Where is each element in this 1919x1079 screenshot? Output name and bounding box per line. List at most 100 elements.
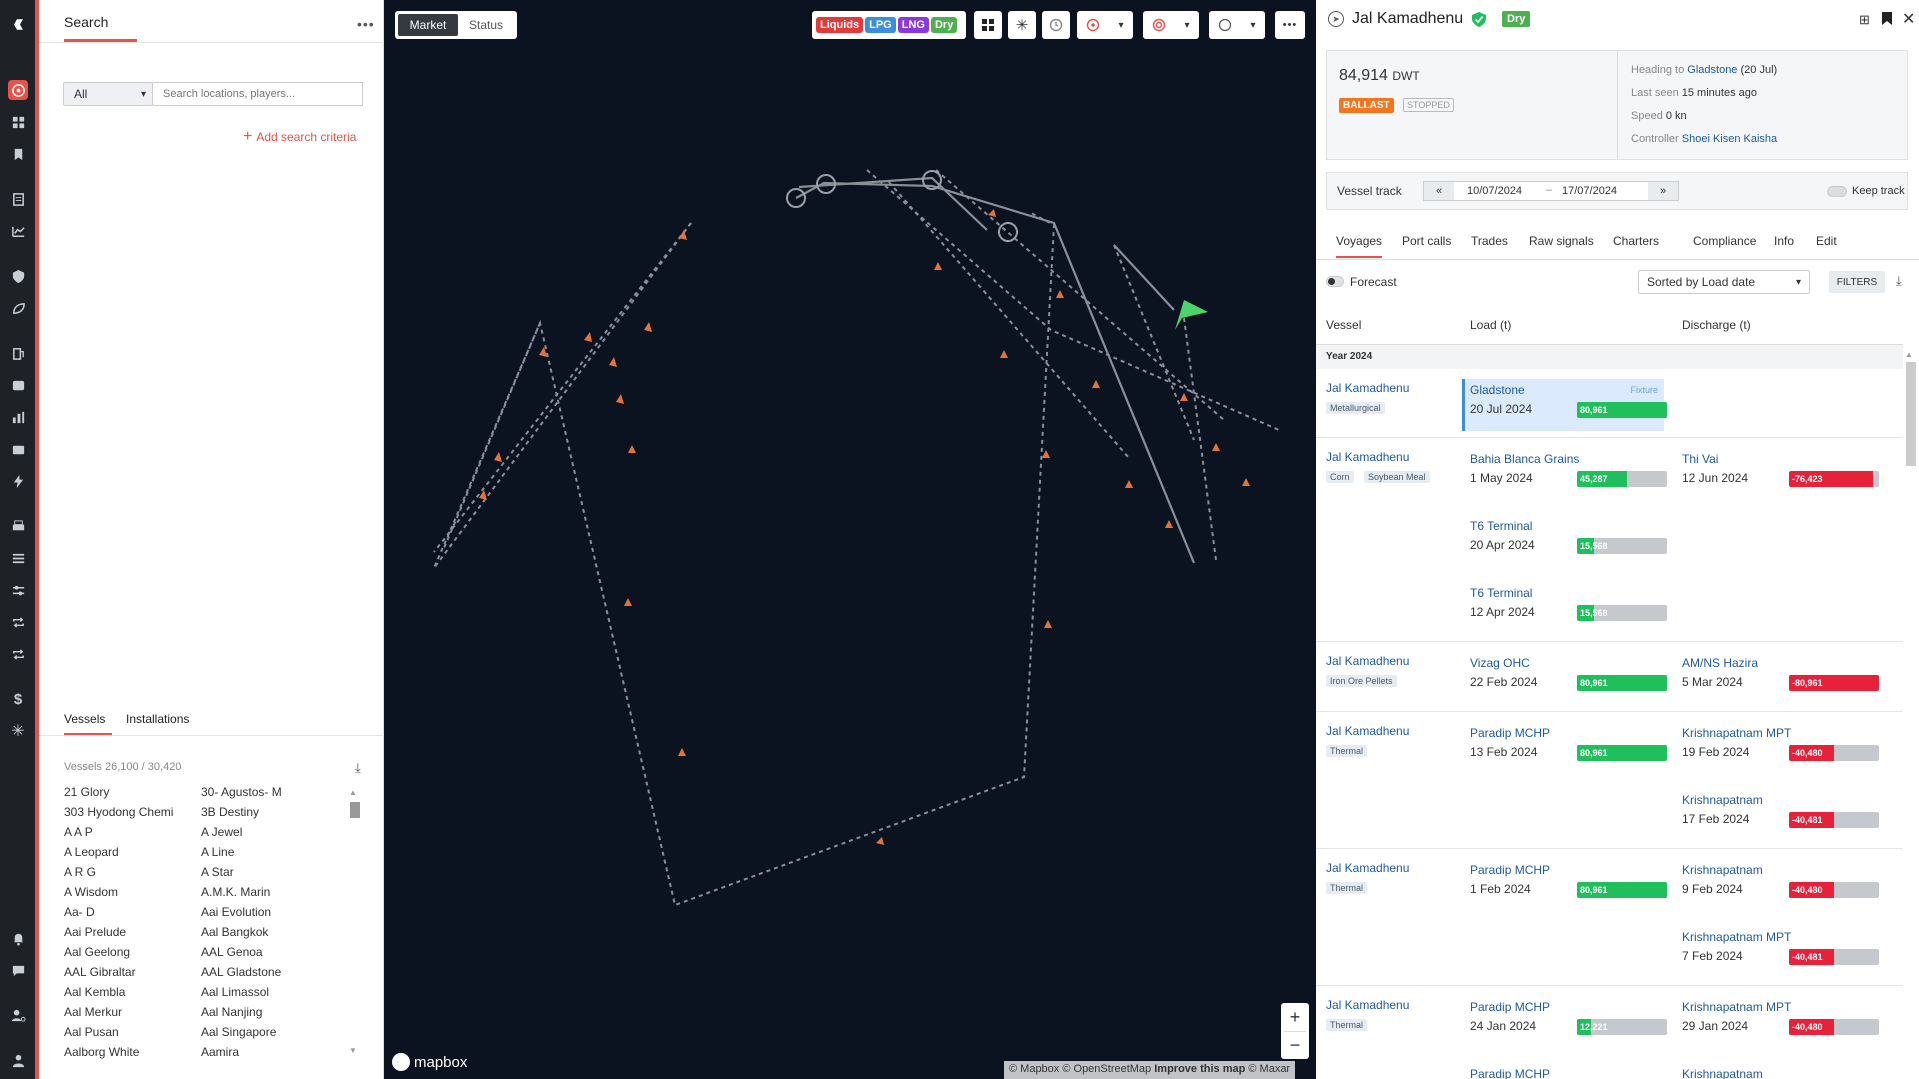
toggle-market[interactable]: Market xyxy=(398,14,458,36)
date-to[interactable]: 17/07/2024 xyxy=(1562,185,1617,197)
keep-track-toggle[interactable] xyxy=(1827,186,1847,197)
vessel-list-item[interactable]: A Wisdom xyxy=(64,885,118,899)
vessel-list-item[interactable]: Aa- D xyxy=(64,905,95,919)
vessel-list-item[interactable]: 3B Destiny xyxy=(201,805,259,819)
vessel-list-item[interactable]: Aal Kembla xyxy=(64,985,125,999)
filters-button[interactable]: FILTERS xyxy=(1829,271,1885,293)
prev-range-icon[interactable]: « xyxy=(1424,182,1454,200)
vessel-list-item[interactable]: AAL Gladstone xyxy=(201,965,281,979)
weather-icon[interactable]: ✳ xyxy=(1008,11,1036,39)
tag-dry[interactable]: Dry xyxy=(930,17,958,33)
bookmark-icon[interactable] xyxy=(8,144,28,164)
load-port-link[interactable]: Paradip MCHP xyxy=(1470,1067,1550,1079)
tab-vessels[interactable]: Vessels xyxy=(64,712,105,726)
scrollbar-thumb[interactable] xyxy=(350,802,360,818)
filter-select[interactable]: All ▾ xyxy=(63,82,153,106)
scroll-down-icon[interactable]: ▼ xyxy=(349,1046,359,1056)
tag-lng[interactable]: LNG xyxy=(897,17,929,33)
map-view[interactable]: Market Status Liquids LPG LNG Dry ✳ ▾ ▾ … xyxy=(384,0,1316,1079)
more-icon[interactable]: ••• xyxy=(1275,11,1305,39)
voyage-row[interactable]: Jal Kamadhenu Iron Ore Pellets Vizag OHC 22… xyxy=(1316,642,1903,712)
forecast-toggle[interactable] xyxy=(1326,276,1344,287)
download-icon[interactable]: ⤓ xyxy=(1896,273,1902,289)
settings-icon[interactable] xyxy=(8,580,28,600)
repeat2-icon[interactable] xyxy=(8,644,28,664)
port-filter-button[interactable]: ▾ xyxy=(1077,11,1133,39)
heading-port-link[interactable]: Gladstone xyxy=(1687,64,1737,76)
sort-select[interactable]: Sorted by Load date ▾ xyxy=(1638,270,1810,294)
discharge-port-link[interactable]: Krishnapatnam MPT xyxy=(1682,726,1791,740)
search-input[interactable] xyxy=(153,82,363,106)
load-port-link[interactable]: Paradip MCHP xyxy=(1470,1000,1550,1014)
snowflake-icon[interactable]: ✳ xyxy=(8,721,28,741)
vessel-list-item[interactable]: Aal Nanjing xyxy=(201,1005,262,1019)
tab-charters[interactable]: Charters xyxy=(1613,234,1659,256)
vessel-list-item[interactable]: 21 Glory xyxy=(64,785,109,799)
discharge-port-link[interactable]: Thi Vai xyxy=(1682,452,1718,466)
more-icon[interactable]: ••• xyxy=(357,16,375,32)
vessel-list-item[interactable]: A Jewel xyxy=(201,825,242,839)
discharge-port-link[interactable]: Krishnapatnam xyxy=(1682,1067,1763,1079)
shield-icon[interactable] xyxy=(8,266,28,286)
chat-icon[interactable] xyxy=(8,960,28,980)
close-icon[interactable]: ✕ xyxy=(1902,9,1915,29)
tab-port-calls[interactable]: Port calls xyxy=(1402,234,1451,256)
vessel-list-item[interactable]: A A P xyxy=(64,825,93,839)
discharge-port-link[interactable]: Krishnapatnam xyxy=(1682,793,1763,807)
logo-icon[interactable] xyxy=(8,14,28,34)
vessel-list-item[interactable]: Aal Singapore xyxy=(201,1025,276,1039)
vessel-list-item[interactable]: Aal Limassol xyxy=(201,985,269,999)
load-port-link[interactable]: T6 Terminal xyxy=(1470,519,1532,533)
zoom-in-button[interactable]: + xyxy=(1281,1003,1309,1031)
user-icon[interactable] xyxy=(8,1050,28,1070)
tab-info[interactable]: Info xyxy=(1774,234,1794,256)
layers-icon[interactable] xyxy=(974,11,1002,39)
next-range-icon[interactable]: » xyxy=(1648,182,1678,200)
bar-chart-icon[interactable] xyxy=(8,407,28,427)
load-port-link[interactable]: Gladstone xyxy=(1470,383,1525,397)
vessel-list-item[interactable]: A R G xyxy=(64,865,96,879)
user-settings-icon[interactable] xyxy=(8,1005,28,1025)
list-icon[interactable] xyxy=(8,548,28,568)
bolt-icon[interactable] xyxy=(8,471,28,491)
tab-edit[interactable]: Edit xyxy=(1816,234,1837,256)
voyage-vessel-link[interactable]: Jal Kamadhenu xyxy=(1326,381,1409,395)
tab-compliance[interactable]: Compliance xyxy=(1693,234,1756,256)
voyage-row[interactable]: Jal Kamadhenu Thermal Paradip MCHP 24 Jan 2… xyxy=(1316,986,1903,1079)
dollar-icon[interactable]: $ xyxy=(8,689,28,709)
voyage-vessel-link[interactable]: Jal Kamadhenu xyxy=(1326,654,1409,668)
voyage-vessel-link[interactable]: Jal Kamadhenu xyxy=(1326,724,1409,738)
date-from[interactable]: 10/07/2024 xyxy=(1467,185,1522,197)
toggle-status[interactable]: Status xyxy=(458,14,514,36)
clock-icon[interactable] xyxy=(1042,11,1070,39)
mapbox-logo[interactable]: mapbox xyxy=(392,1053,467,1071)
vessel-list-item[interactable]: Aalborg White xyxy=(64,1045,139,1059)
load-port-link[interactable]: Bahia Blanca Grains xyxy=(1470,452,1579,466)
voyage-row[interactable]: Jal Kamadhenu Thermal Paradip MCHP 13 Feb 2… xyxy=(1316,712,1903,849)
discharge-port-link[interactable]: Krishnapatnam MPT xyxy=(1682,1000,1791,1014)
vessel-list-item[interactable]: A Leopard xyxy=(64,845,119,859)
discharge-port-link[interactable]: AM/NS Hazira xyxy=(1682,656,1758,670)
vessel-list-item[interactable]: Aal Merkur xyxy=(64,1005,122,1019)
lng-icon[interactable] xyxy=(8,439,28,459)
controller-link[interactable]: Shoei Kisen Kaisha xyxy=(1682,133,1777,145)
load-port-link[interactable]: Vizag OHC xyxy=(1470,656,1530,670)
tab-raw-signals[interactable]: Raw signals xyxy=(1529,234,1594,256)
vessel-list-item[interactable]: Aai Evolution xyxy=(201,905,271,919)
vessel-list-item[interactable]: A Star xyxy=(201,865,234,879)
fuel-icon[interactable] xyxy=(8,343,28,363)
tab-installations[interactable]: Installations xyxy=(126,712,189,726)
load-port-link[interactable]: Paradip MCHP xyxy=(1470,726,1550,740)
vessel-list-item[interactable]: A.M.K. Marin xyxy=(201,885,270,899)
tab-trades[interactable]: Trades xyxy=(1471,234,1508,256)
add-criteria-link[interactable]: + Add search criteria xyxy=(243,128,356,146)
vessel-list-item[interactable]: Aamira xyxy=(201,1045,239,1059)
vessel-list-item[interactable]: Aai Prelude xyxy=(64,925,126,939)
voyage-row[interactable]: Jal Kamadhenu Corn Soybean Meal Bahia Blanc… xyxy=(1316,438,1903,642)
tag-liquids[interactable]: Liquids xyxy=(816,17,864,33)
voyage-vessel-link[interactable]: Jal Kamadhenu xyxy=(1326,450,1409,464)
voyage-vessel-link[interactable]: Jal Kamadhenu xyxy=(1326,861,1409,875)
tag-lpg[interactable]: LPG xyxy=(865,17,896,33)
chart-icon[interactable] xyxy=(8,221,28,241)
scroll-up-icon[interactable]: ▲ xyxy=(349,788,359,798)
